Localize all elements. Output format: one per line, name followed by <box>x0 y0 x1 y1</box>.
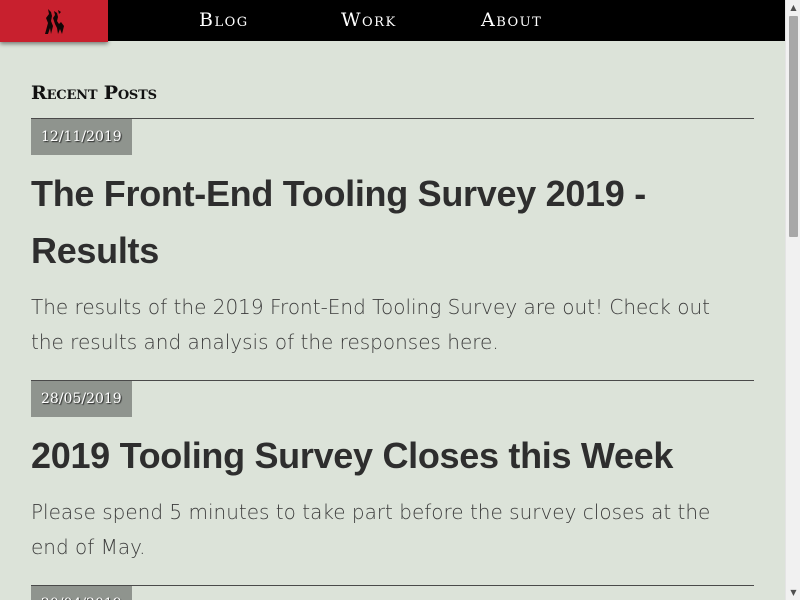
post-date-badge: 12/11/2019 <box>31 119 132 155</box>
post-excerpt: The results of the 2019 Front-End Toolin… <box>31 295 710 354</box>
recent-posts-heading: Recent Posts <box>31 82 157 104</box>
post-divider <box>31 585 754 586</box>
drawing-figures-logo-icon <box>45 9 64 34</box>
post-divider <box>31 118 754 119</box>
vertical-scrollbar[interactable]: ▲ ▼ <box>785 0 800 600</box>
main-nav: Blog Work About <box>0 0 785 41</box>
post-title-link[interactable]: The Front-End Tooling Survey 2019 - Resu… <box>31 165 731 279</box>
scroll-up-arrow-icon[interactable]: ▲ <box>786 0 800 15</box>
site-logo[interactable] <box>0 0 108 42</box>
post-excerpt: Please spend 5 minutes to take part befo… <box>31 500 711 559</box>
post-divider <box>31 380 754 381</box>
nav-work-link[interactable]: Work <box>341 0 397 41</box>
nav-blog-link[interactable]: Blog <box>199 0 249 41</box>
scroll-down-arrow-icon[interactable]: ▼ <box>786 585 800 600</box>
post-title-link[interactable]: 2019 Tooling Survey Closes this Week <box>31 427 731 484</box>
scrollbar-thumb[interactable] <box>789 16 798 237</box>
post-date-badge: 28/05/2019 <box>31 381 132 417</box>
nav-about-link[interactable]: About <box>481 0 542 41</box>
post-date-badge: 20/04/2019 <box>31 586 132 600</box>
top-navigation-bar: Blog Work About <box>0 0 785 41</box>
